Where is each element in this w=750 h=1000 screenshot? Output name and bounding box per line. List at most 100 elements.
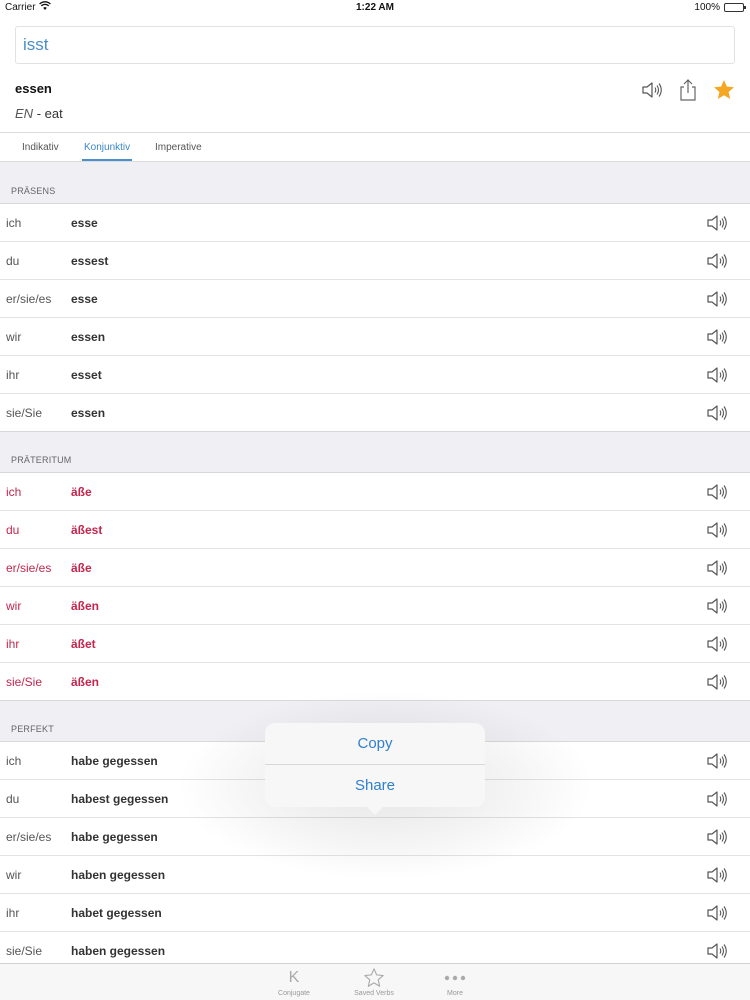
verb-form: esse (71, 216, 98, 230)
clock: 1:22 AM (356, 2, 394, 13)
status-bar: Carrier 1:22 AM 100% (0, 0, 750, 16)
speaker-icon[interactable] (706, 865, 728, 885)
search-input[interactable] (16, 27, 734, 63)
pronoun: ich (6, 216, 22, 230)
verb-form: essen (71, 330, 106, 344)
pronoun: du (6, 792, 20, 806)
speaker-icon[interactable] (706, 520, 728, 540)
speaker-icon[interactable] (706, 903, 728, 923)
pronoun: wir (6, 330, 22, 344)
speaker-icon[interactable] (706, 827, 728, 847)
mood-tabs: Indikativ Konjunktiv Imperative (0, 132, 750, 162)
share-button[interactable]: Share (265, 765, 485, 807)
verb-form: esse (71, 292, 98, 306)
tab-bar-more[interactable]: More (420, 966, 490, 997)
section-header-praeteritum: PRÄTERITUM (0, 432, 750, 472)
table-row[interactable]: du äßest (0, 511, 750, 549)
tab-imperative[interactable]: Imperative (155, 142, 202, 153)
verb-form: haben gegessen (71, 868, 166, 882)
k-icon: K (288, 969, 300, 986)
section-header-praesens: PRÄSENS (0, 163, 750, 203)
pronoun: ihr (6, 637, 20, 651)
speaker-icon[interactable] (706, 634, 728, 654)
speaker-icon[interactable] (706, 751, 728, 771)
pronoun: sie/Sie (6, 944, 43, 958)
speaker-icon[interactable] (706, 672, 728, 692)
table-row[interactable]: du essest (0, 242, 750, 280)
star-icon[interactable] (712, 77, 736, 103)
verb-form: äßen (71, 675, 100, 689)
verb-form: äße (71, 485, 92, 499)
verb-translation-line: EN - eat (15, 106, 63, 121)
verb-form: habe gegessen (71, 754, 158, 768)
translation-separator: - (36, 106, 42, 121)
table-row[interactable]: ihr esset (0, 356, 750, 394)
pronoun: du (6, 254, 20, 268)
table-row[interactable]: er/sie/es äße (0, 549, 750, 587)
table-row[interactable]: ich äße (0, 473, 750, 511)
pronoun: ihr (6, 906, 20, 920)
battery-icon (724, 3, 746, 12)
pronoun: er/sie/es (6, 561, 52, 575)
translation-text: eat (44, 106, 63, 121)
pronoun: er/sie/es (6, 830, 52, 844)
speaker-icon[interactable] (706, 289, 728, 309)
speaker-icon[interactable] (706, 403, 728, 423)
verb-form: äßen (71, 599, 100, 613)
tab-bar-conjugate[interactable]: K Conjugate (259, 966, 329, 997)
verb-infinitive: essen (15, 81, 52, 96)
context-menu-popover: Copy Share (265, 723, 485, 815)
pronoun: sie/Sie (6, 675, 43, 689)
verb-form: äßest (71, 523, 103, 537)
copy-button[interactable]: Copy (265, 723, 485, 765)
table-row[interactable]: er/sie/es habe gegessen (0, 818, 750, 856)
verb-form: habe gegessen (71, 830, 158, 844)
tab-bar-label: Conjugate (278, 990, 310, 997)
table-row[interactable]: ihr habet gegessen (0, 894, 750, 932)
conjugation-list-praesens: ich esse du essest er/sie/es esse wir es… (0, 203, 750, 432)
table-row[interactable]: wir essen (0, 318, 750, 356)
battery-percent: 100% (694, 2, 720, 13)
verb-form: äßet (71, 637, 96, 651)
verb-form: haben gegessen (71, 944, 166, 958)
more-dots-icon (444, 975, 466, 981)
table-row[interactable]: er/sie/es esse (0, 280, 750, 318)
speaker-icon[interactable] (706, 327, 728, 347)
share-icon[interactable] (676, 77, 700, 103)
speaker-icon[interactable] (706, 213, 728, 233)
verb-form: äße (71, 561, 92, 575)
speaker-icon[interactable] (706, 365, 728, 385)
tab-konjunktiv[interactable]: Konjunktiv (81, 142, 133, 161)
verb-header: essen EN - eat (0, 16, 750, 132)
verb-form: essen (71, 406, 106, 420)
pronoun: wir (6, 868, 22, 882)
pronoun: du (6, 523, 20, 537)
table-row[interactable]: wir äßen (0, 587, 750, 625)
table-row[interactable]: sie/Sie essen (0, 394, 750, 432)
translation-language: EN (15, 106, 34, 121)
section-title: PERFEKT (11, 724, 54, 734)
pronoun: wir (6, 599, 22, 613)
verb-form: habet gegessen (71, 906, 162, 920)
tab-bar-saved-verbs[interactable]: Saved Verbs (339, 966, 409, 997)
pronoun: er/sie/es (6, 292, 52, 306)
tab-indikativ[interactable]: Indikativ (22, 142, 59, 153)
bottom-tab-bar: K Conjugate Saved Verbs More (0, 963, 750, 1000)
pronoun: ich (6, 754, 22, 768)
speaker-icon[interactable] (706, 251, 728, 271)
table-row[interactable]: ich esse (0, 204, 750, 242)
search-box[interactable] (15, 26, 735, 64)
speaker-icon[interactable] (640, 77, 664, 103)
table-row[interactable]: wir haben gegessen (0, 856, 750, 894)
speaker-icon[interactable] (706, 482, 728, 502)
tab-bar-label: More (447, 990, 463, 997)
verb-actions (640, 76, 736, 104)
speaker-icon[interactable] (706, 596, 728, 616)
speaker-icon[interactable] (706, 558, 728, 578)
speaker-icon[interactable] (706, 941, 728, 961)
tab-bar-label: Saved Verbs (354, 990, 394, 997)
table-row[interactable]: ihr äßet (0, 625, 750, 663)
table-row[interactable]: sie/Sie äßen (0, 663, 750, 701)
verb-form: esset (71, 368, 102, 382)
speaker-icon[interactable] (706, 789, 728, 809)
